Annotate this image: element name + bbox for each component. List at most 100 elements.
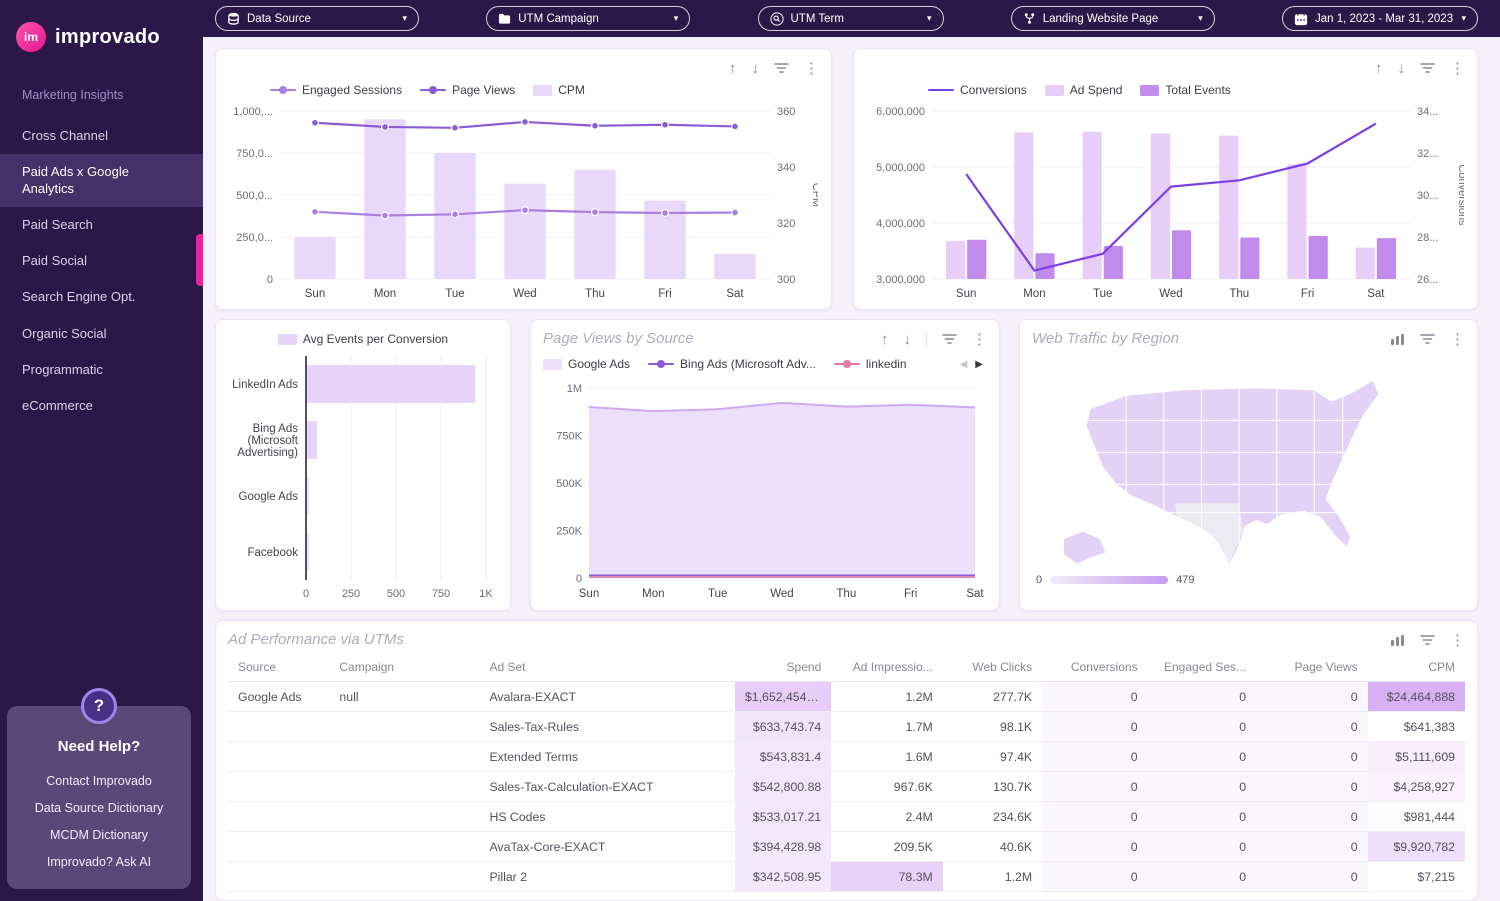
col-header-ad-impressio[interactable]: Ad Impressio... [831, 653, 943, 682]
scroll-accent-bar [196, 234, 203, 286]
svg-text:250K: 250K [556, 526, 582, 538]
filter-icon[interactable] [774, 62, 789, 74]
filter-icon[interactable] [942, 333, 957, 345]
filter-icon[interactable] [1420, 62, 1435, 74]
sort-ascending-icon[interactable]: ↑ [1375, 61, 1383, 76]
sort-ascending-icon[interactable]: ↑ [729, 61, 737, 76]
legend-item-google-ads[interactable]: Google Ads [543, 357, 630, 371]
kebab-menu-icon[interactable]: ⋮ [972, 332, 987, 347]
col-header-cpm[interactable]: CPM [1368, 653, 1465, 682]
sidebar-item-search-engine-opt[interactable]: Search Engine Opt. [0, 279, 203, 315]
cell-source [228, 742, 329, 772]
sidebar-item-organic-social[interactable]: Organic Social [0, 316, 203, 352]
sidebar-item-ecommerce[interactable]: eCommerce [0, 388, 203, 424]
utm-term-filter[interactable]: UTM Term ▾ [758, 6, 944, 31]
kebab-menu-icon[interactable]: ⋮ [804, 61, 819, 76]
date-range-filter[interactable]: Jan 1, 2023 - Mar 31, 2023 ▾ [1282, 6, 1478, 31]
svg-text:Sun: Sun [956, 288, 976, 300]
svg-text:Fri: Fri [1301, 288, 1314, 300]
improvado-logo[interactable]: im improvado [0, 0, 203, 82]
chart-type-icon[interactable] [1390, 333, 1405, 346]
sidebar-item-cross-channel[interactable]: Cross Channel [0, 118, 203, 154]
legend-label: Page Views [452, 83, 515, 97]
table-wrapper[interactable]: SourceCampaignAd SetSpendAd Impressio...… [228, 653, 1465, 892]
legend-item-page-views[interactable]: Page Views [420, 83, 515, 97]
svg-text:Mon: Mon [374, 288, 396, 300]
kebab-menu-icon[interactable]: ⋮ [1450, 61, 1465, 76]
col-header-web-clicks[interactable]: Web Clicks [943, 653, 1042, 682]
chevron-down-icon: ▾ [927, 14, 932, 23]
kebab-menu-icon[interactable]: ⋮ [1450, 332, 1465, 347]
legend-item-bing-ads-microsoft-adv[interactable]: Bing Ads (Microsoft Adv... [648, 357, 816, 371]
cell-ad-impressio: 967.6K [831, 772, 943, 802]
col-header-ad-set[interactable]: Ad Set [479, 653, 735, 682]
col-header-campaign[interactable]: Campaign [329, 653, 479, 682]
cell-ad-set: Extended Terms [479, 742, 735, 772]
legend-marker [420, 89, 446, 91]
sort-descending-icon[interactable]: ↓ [904, 332, 912, 347]
table-row: Sales-Tax-Rules$633,743.741.7M98.1K000$6… [228, 712, 1465, 742]
data-source-filter[interactable]: Data Source ▾ [215, 6, 419, 31]
folder-icon [498, 12, 511, 25]
cell-ad-set: Avalara-EXACT [479, 682, 735, 712]
sort-descending-icon[interactable]: ↓ [752, 61, 760, 76]
col-header-source[interactable]: Source [228, 653, 329, 682]
legend-item-total-events[interactable]: Total Events [1140, 83, 1230, 97]
help-link-mcdm-dictionary[interactable]: MCDM Dictionary [15, 821, 183, 848]
sidebar-item-label: Cross Channel [22, 128, 108, 143]
help-link-data-source-dictionary[interactable]: Data Source Dictionary [15, 794, 183, 821]
sidebar-item-paid-social[interactable]: Paid Social [0, 243, 203, 279]
help-title: Need Help? [15, 738, 183, 755]
cell-cpm: $7,215 [1368, 862, 1465, 892]
question-icon[interactable]: ? [81, 688, 117, 724]
chevron-down-icon: ▾ [1198, 14, 1203, 23]
toolbar-divider [926, 332, 927, 346]
cell-spend: $1,652,454.25 [735, 682, 831, 712]
cell-ad-impressio: 209.5K [831, 832, 943, 862]
sidebar-item-programmatic[interactable]: Programmatic [0, 352, 203, 388]
cell-ad-set: Pillar 2 [479, 862, 735, 892]
cell-campaign: null [329, 682, 479, 712]
sidebar-item-paid-ads-x-google-analytics[interactable]: Paid Ads x Google Analytics [0, 154, 203, 207]
legend-item-cpm[interactable]: CPM [533, 83, 585, 97]
filter-icon[interactable] [1420, 634, 1435, 646]
legend-next-icon[interactable]: ▶ [971, 359, 987, 370]
svg-text:750,0...: 750,0... [236, 148, 273, 160]
col-header-engaged-ses[interactable]: Engaged Ses... [1148, 653, 1256, 682]
filter-icon[interactable] [1420, 333, 1435, 345]
legend-label: linkedin [866, 357, 907, 371]
col-header-spend[interactable]: Spend [735, 653, 831, 682]
kebab-menu-icon[interactable]: ⋮ [1450, 633, 1465, 648]
cell-ad-impressio: 2.4M [831, 802, 943, 832]
cell-spend: $542,800.88 [735, 772, 831, 802]
utm-campaign-filter[interactable]: UTM Campaign ▾ [486, 6, 690, 31]
legend-prev-icon[interactable]: ◀ [956, 359, 972, 370]
cell-conversions: 0 [1042, 742, 1147, 772]
col-header-page-views[interactable]: Page Views [1256, 653, 1368, 682]
help-link-improvado-ask-ai[interactable]: Improvado? Ask AI [15, 848, 183, 875]
legend-item-avg-events-per-conversion[interactable]: Avg Events per Conversion [278, 332, 448, 346]
table-body: Google AdsnullAvalara-EXACT$1,652,454.25… [228, 682, 1465, 892]
sort-ascending-icon[interactable]: ↑ [881, 332, 889, 347]
landing-page-filter[interactable]: Landing Website Page ▾ [1011, 6, 1215, 31]
svg-text:Sat: Sat [966, 588, 984, 600]
us-choropleth-map[interactable] [1032, 352, 1465, 566]
sidebar-item-label: Search Engine Opt. [22, 289, 135, 304]
help-link-contact-improvado[interactable]: Contact Improvado [15, 767, 183, 794]
sort-descending-icon[interactable]: ↓ [1398, 61, 1406, 76]
sidebar-item-paid-search[interactable]: Paid Search [0, 207, 203, 243]
cell-source [228, 772, 329, 802]
table-row: Google AdsnullAvalara-EXACT$1,652,454.25… [228, 682, 1465, 712]
cell-page-views: 0 [1256, 772, 1368, 802]
legend-item-ad-spend[interactable]: Ad Spend [1045, 83, 1123, 97]
col-header-conversions[interactable]: Conversions [1042, 653, 1147, 682]
sidebar-item-label: Paid Ads x Google Analytics [22, 164, 129, 195]
chart-legend: Avg Events per Conversion [228, 328, 498, 350]
search-icon [770, 12, 784, 26]
legend-item-linkedin[interactable]: linkedin [834, 357, 907, 371]
table-row: Extended Terms$543,831.41.6M97.4K000$5,1… [228, 742, 1465, 772]
legend-item-engaged-sessions[interactable]: Engaged Sessions [270, 83, 402, 97]
page-views-by-source-card: Page Views by Source ↑ ↓ ⋮ Google AdsBin… [530, 319, 1000, 611]
legend-item-conversions[interactable]: Conversions [928, 83, 1027, 97]
chart-type-icon[interactable] [1390, 634, 1405, 647]
